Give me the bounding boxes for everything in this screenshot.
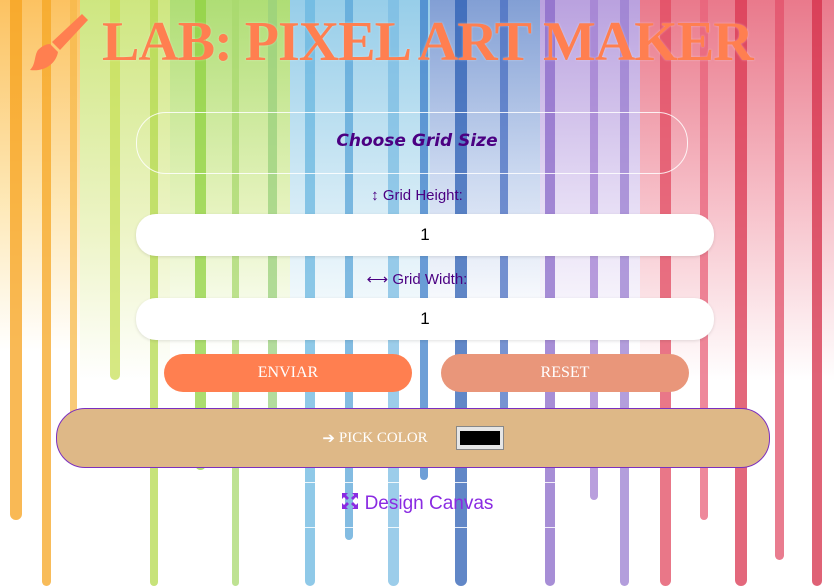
grid-height-label-row: ↕ Grid Height:	[0, 187, 834, 204]
pick-color-bar: ➔ PICK COLOR	[56, 408, 770, 468]
color-swatch	[459, 431, 500, 445]
submit-button[interactable]: ENVIAR	[164, 354, 412, 392]
grid-width-label-row: ⟷ Grid Width:	[0, 270, 834, 288]
grid-size-heading: Choose Grid Size	[336, 131, 498, 151]
page-title: LAB: PIXEL ART MAKER	[24, 8, 834, 76]
design-canvas-title: Design Canvas	[364, 493, 494, 514]
paintbrush-icon	[24, 8, 92, 76]
reset-button[interactable]: RESET	[441, 354, 689, 392]
grid-height-input[interactable]	[136, 214, 714, 256]
grid-height-label: Grid Height:	[382, 187, 463, 204]
vertical-arrows-icon: ↕	[371, 187, 379, 204]
arrow-right-icon: ➔	[322, 430, 335, 447]
pick-color-label-row: ➔ PICK COLOR	[322, 429, 427, 448]
grid-width-label: Grid Width:	[392, 271, 468, 288]
expand-arrows-icon	[341, 492, 359, 516]
color-picker-input[interactable]	[455, 426, 504, 450]
horizontal-arrows-icon: ⟷	[366, 271, 389, 288]
grid-width-input[interactable]	[136, 298, 714, 340]
design-canvas-heading: Design Canvas	[0, 492, 834, 516]
page-title-text: LAB: PIXEL ART MAKER	[102, 11, 754, 73]
pick-color-label: PICK COLOR	[338, 429, 428, 446]
